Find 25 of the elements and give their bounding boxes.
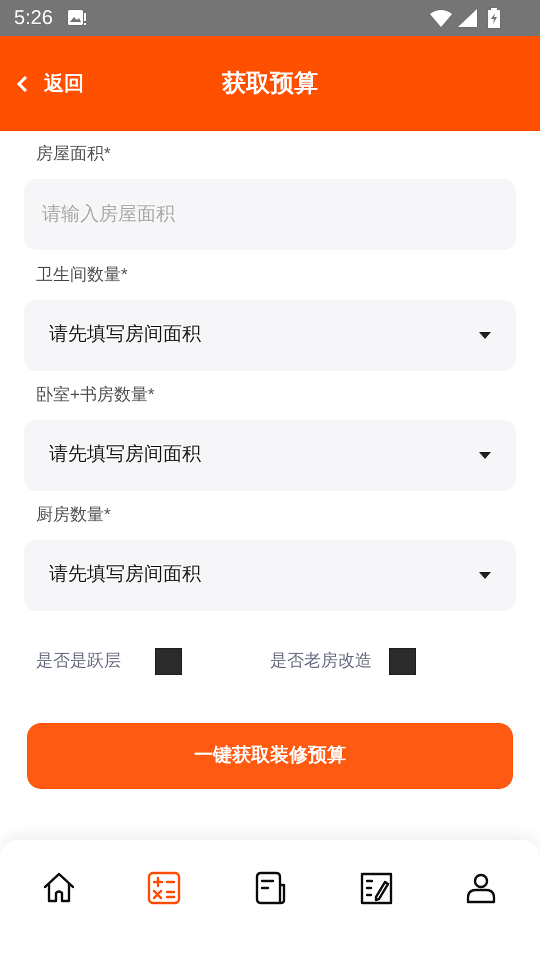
home-icon bbox=[42, 871, 76, 905]
field-label: 卧室+书房数量* bbox=[35, 384, 156, 406]
dropdown-field[interactable]: 请先填写房间面积 bbox=[24, 300, 516, 371]
wifi-icon bbox=[430, 9, 452, 27]
checkbox[interactable] bbox=[389, 648, 416, 674]
checkbox[interactable] bbox=[155, 648, 182, 674]
area-input-field[interactable]: 请输入房屋面积 bbox=[24, 179, 516, 250]
page-title: 获取预算 bbox=[221, 68, 319, 98]
checkbox-label: 是否老房改造 bbox=[270, 650, 373, 672]
chevron-left-icon bbox=[16, 74, 28, 92]
field-label: 厨房数量* bbox=[35, 504, 112, 526]
dropdown-caret-icon bbox=[479, 332, 491, 339]
battery-icon bbox=[488, 8, 500, 28]
dropdown-caret-icon bbox=[479, 452, 491, 459]
dropdown-field[interactable]: 请先填写房间面积 bbox=[24, 420, 516, 491]
dropdown-caret-icon bbox=[479, 572, 491, 579]
dropdown-field[interactable]: 请先填写房间面积 bbox=[24, 540, 516, 611]
calculator-icon bbox=[147, 871, 182, 905]
signal-icon bbox=[458, 9, 478, 27]
field-label: 房屋面积* bbox=[35, 143, 112, 165]
notepad-pencil-icon bbox=[358, 871, 393, 905]
image-notification-icon bbox=[66, 9, 87, 27]
field-label: 卫生间数量* bbox=[35, 264, 129, 286]
checkbox-label: 是否是跃层 bbox=[36, 650, 122, 672]
status-time: 5:26 bbox=[14, 6, 53, 31]
